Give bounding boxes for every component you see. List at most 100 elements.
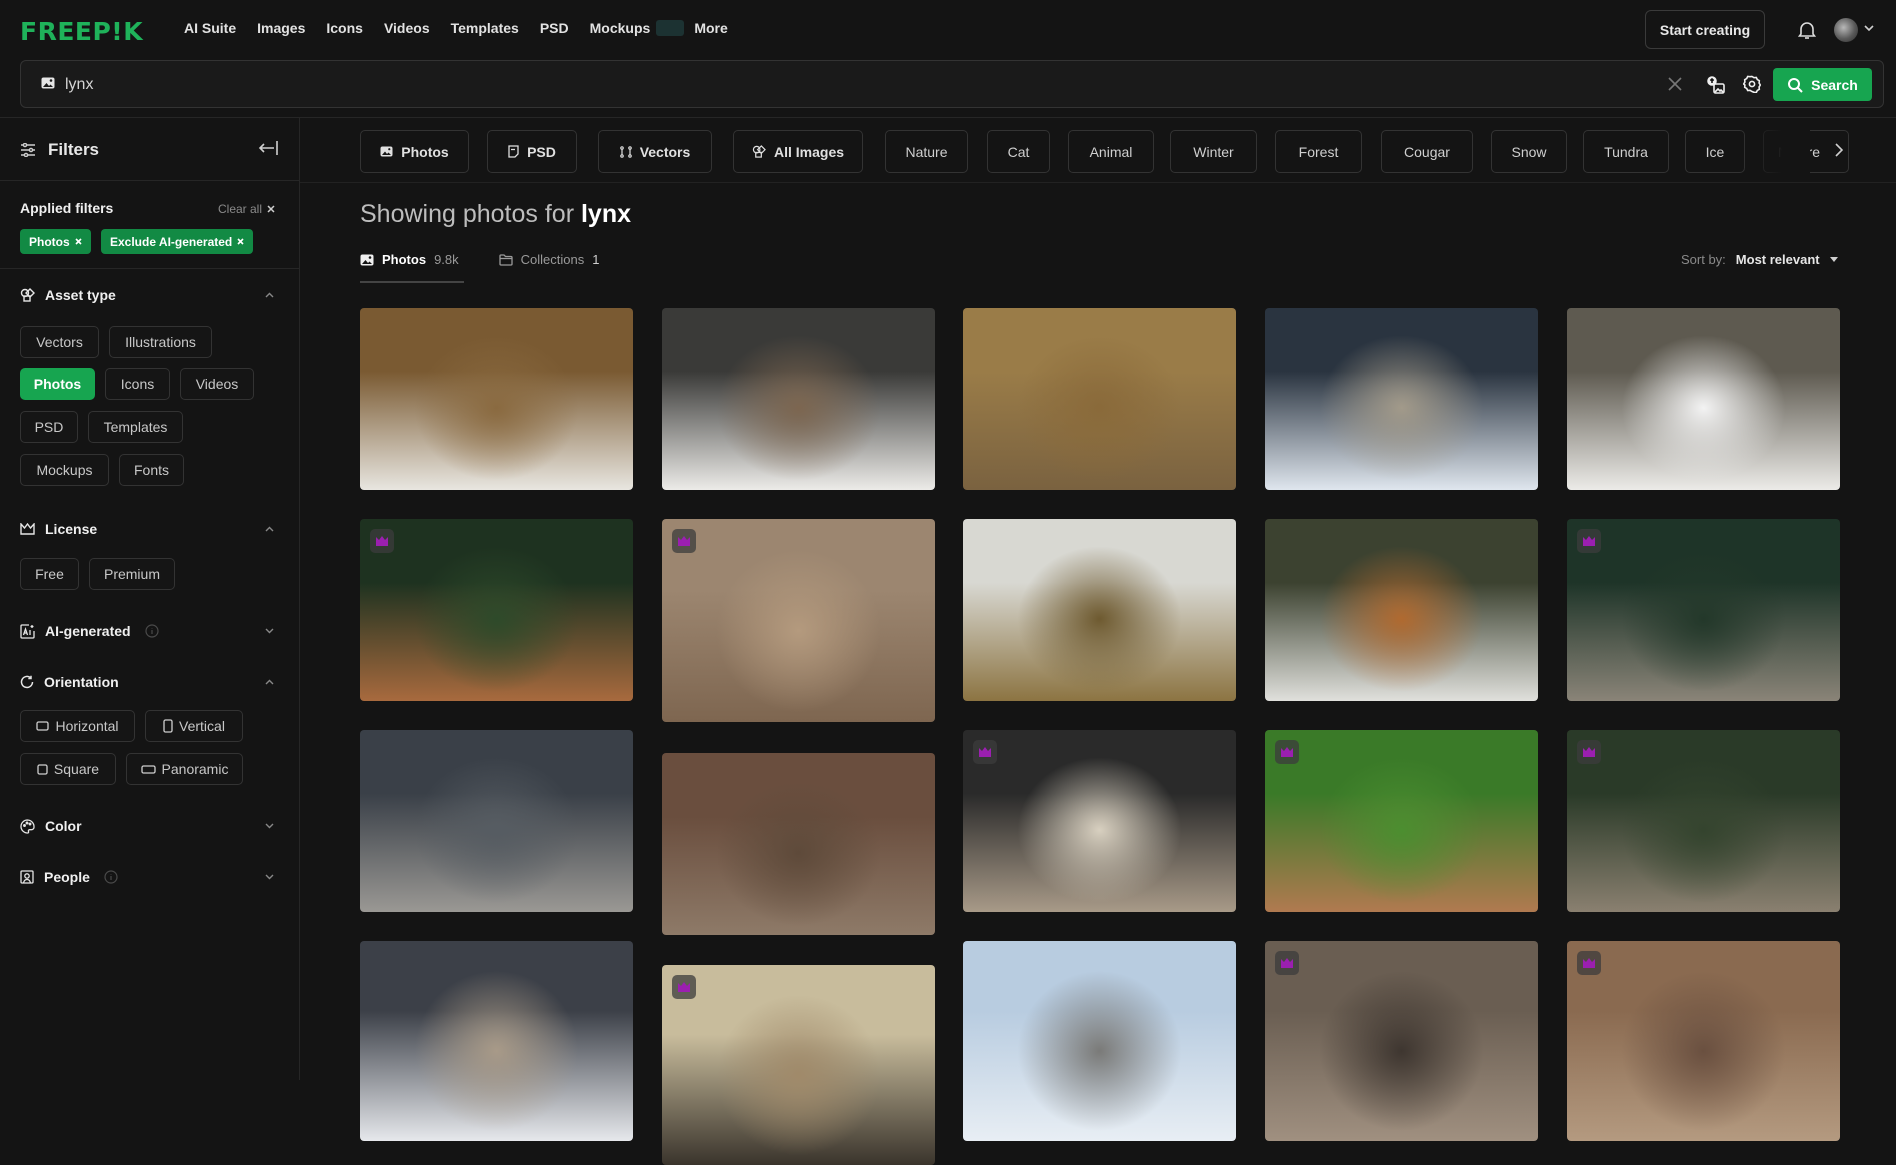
image-icon <box>41 77 55 89</box>
chip-label: Photos <box>29 234 70 249</box>
clear-all-filters-button[interactable]: Clear all <box>218 202 275 216</box>
tag-all-images[interactable]: All Images <box>733 130 863 173</box>
color-header[interactable]: Color <box>20 818 82 834</box>
license-free[interactable]: Free <box>20 558 79 590</box>
photo-result[interactable] <box>1265 308 1538 490</box>
nav-videos[interactable]: Videos <box>384 20 430 36</box>
start-creating-button[interactable]: Start creating <box>1645 10 1765 49</box>
tag-related[interactable]: Tundra <box>1583 130 1669 173</box>
chevron-right-icon[interactable] <box>1835 143 1843 157</box>
photo-result[interactable] <box>1567 941 1840 1141</box>
tag-related[interactable]: Nature <box>885 130 968 173</box>
chevron-down-icon[interactable] <box>265 874 274 880</box>
nav-mockups[interactable]: Mockups <box>590 20 695 36</box>
reverse-image-search-icon[interactable] <box>1706 75 1726 95</box>
orientation-square[interactable]: Square <box>20 753 116 785</box>
orientation-panoramic[interactable]: Panoramic <box>126 753 243 785</box>
photo-result[interactable] <box>360 308 633 490</box>
photo-result[interactable] <box>1265 730 1538 912</box>
nav-templates[interactable]: Templates <box>451 20 519 36</box>
premium-crown-icon <box>1275 740 1299 764</box>
tab-photos[interactable]: Photos 9.8k <box>360 252 459 267</box>
license-premium[interactable]: Premium <box>89 558 175 590</box>
orientation-vertical[interactable]: Vertical <box>145 710 243 742</box>
search-input[interactable] <box>65 73 1265 97</box>
chevron-down-icon[interactable] <box>1864 25 1874 32</box>
tag-related[interactable]: Ice <box>1685 130 1745 173</box>
ai-sparkle-icon <box>20 623 35 639</box>
applied-chip-photos[interactable]: Photos <box>20 229 91 254</box>
photo-result[interactable] <box>1265 519 1538 701</box>
sort-dropdown[interactable]: Sort by: Most relevant <box>1681 252 1838 267</box>
photo-result[interactable] <box>360 519 633 701</box>
photo-result[interactable] <box>963 941 1236 1141</box>
tag-carousel-fade <box>1740 130 1810 174</box>
ai-generated-header[interactable]: AI-generated <box>20 623 159 639</box>
info-icon[interactable] <box>104 870 118 884</box>
clear-search-icon[interactable] <box>1668 77 1682 91</box>
chevron-up-icon[interactable] <box>265 526 274 532</box>
chevron-up-icon[interactable] <box>265 292 274 298</box>
asset-videos[interactable]: Videos <box>180 368 254 400</box>
notifications-bell-icon[interactable] <box>1798 20 1816 40</box>
premium-crown-icon <box>1275 951 1299 975</box>
photo-result[interactable] <box>662 519 935 722</box>
tag-photos[interactable]: Photos <box>360 130 469 173</box>
nav-icons[interactable]: Icons <box>326 20 363 36</box>
chevron-down-icon[interactable] <box>265 628 274 634</box>
freepik-logo[interactable]: FREEP!K <box>20 17 143 46</box>
photo-result[interactable] <box>360 941 633 1141</box>
tag-vectors[interactable]: Vectors <box>598 130 712 173</box>
photo-result[interactable] <box>1567 308 1840 490</box>
tab-collections[interactable]: Collections 1 <box>498 252 599 267</box>
photo-result[interactable] <box>662 965 935 1165</box>
photo-result[interactable] <box>662 308 935 490</box>
info-icon[interactable] <box>144 624 159 638</box>
orientation-horizontal[interactable]: Horizontal <box>20 710 135 742</box>
asset-templates[interactable]: Templates <box>88 411 183 443</box>
asset-mockups[interactable]: Mockups <box>20 454 109 486</box>
asset-illustrations[interactable]: Illustrations <box>109 326 212 358</box>
nav-more[interactable]: More <box>694 20 727 36</box>
photo-result[interactable] <box>662 753 935 935</box>
main-nav-links: AI Suite Images Icons Videos Templates P… <box>184 20 749 36</box>
tag-related[interactable]: Snow <box>1491 130 1567 173</box>
applied-chip-exclude-ai[interactable]: Exclude AI-generated <box>101 229 254 254</box>
search-settings-gear-icon[interactable] <box>1743 75 1761 93</box>
photo-result[interactable] <box>1265 941 1538 1141</box>
tab-count: 9.8k <box>434 252 459 267</box>
nav-images[interactable]: Images <box>257 20 305 36</box>
tag-related[interactable]: Animal <box>1068 130 1154 173</box>
tag-related[interactable]: Winter <box>1170 130 1257 173</box>
license-header[interactable]: License <box>20 521 97 537</box>
tag-psd[interactable]: PSD <box>487 130 577 173</box>
asset-fonts[interactable]: Fonts <box>119 454 184 486</box>
tag-related[interactable]: Forest <box>1275 130 1362 173</box>
pill-label: Panoramic <box>161 761 229 777</box>
photo-result[interactable] <box>1567 519 1840 701</box>
image-icon <box>380 146 393 157</box>
asset-type-header[interactable]: Asset type <box>20 287 116 303</box>
photo-result[interactable] <box>963 308 1236 490</box>
tag-related[interactable]: Cougar <box>1381 130 1473 173</box>
asset-psd[interactable]: PSD <box>20 411 78 443</box>
people-header[interactable]: People <box>20 869 118 885</box>
user-avatar[interactable] <box>1834 18 1858 42</box>
photo-result[interactable] <box>963 519 1236 701</box>
search-button[interactable]: Search <box>1773 68 1872 101</box>
tab-label: Photos <box>382 252 427 267</box>
chevron-up-icon[interactable] <box>265 679 274 685</box>
asset-icons[interactable]: Icons <box>105 368 170 400</box>
asset-vectors[interactable]: Vectors <box>20 326 99 358</box>
chevron-down-icon[interactable] <box>265 823 274 829</box>
nav-ai-suite[interactable]: AI Suite <box>184 20 236 36</box>
applied-filters-title: Applied filters <box>20 200 114 216</box>
photo-result[interactable] <box>1567 730 1840 912</box>
orientation-header[interactable]: Orientation <box>20 674 119 690</box>
photo-result[interactable] <box>360 730 633 912</box>
collapse-sidebar-icon[interactable] <box>258 140 280 156</box>
photo-result[interactable] <box>963 730 1236 912</box>
tag-related[interactable]: Cat <box>987 130 1050 173</box>
nav-psd[interactable]: PSD <box>540 20 569 36</box>
asset-photos[interactable]: Photos <box>20 368 95 400</box>
